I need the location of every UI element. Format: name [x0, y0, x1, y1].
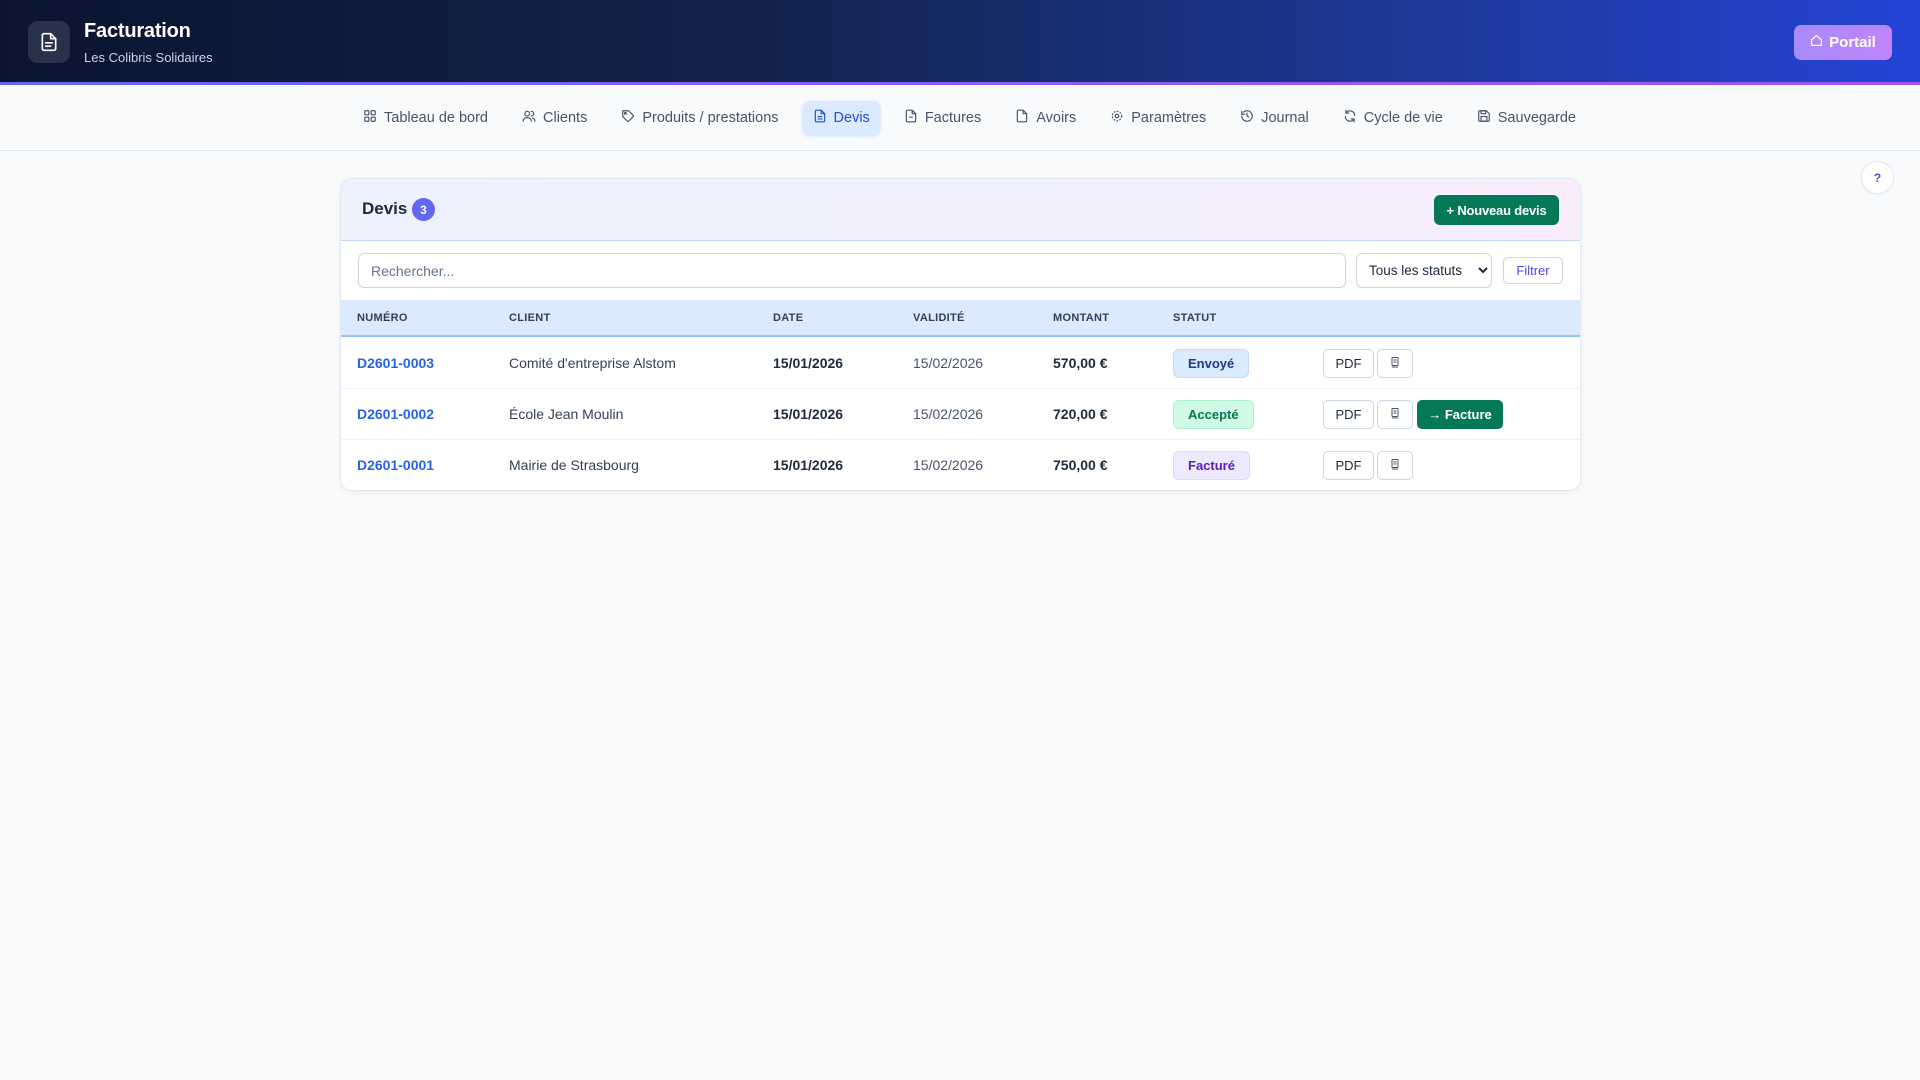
nav-item-label: Produits / prestations: [642, 110, 779, 126]
status-badge: Accepté: [1173, 400, 1254, 429]
page-title: Devis: [362, 199, 408, 218]
home-icon: [1810, 34, 1823, 51]
copy-document-icon: [1389, 407, 1401, 423]
nav-item-label: Paramètres: [1131, 110, 1207, 126]
nav-list: Tableau de bord Clients Produits / prest…: [353, 101, 1600, 135]
copy-document-icon: [1389, 356, 1401, 372]
convert-to-invoice-button[interactable]: → Facture: [1417, 400, 1503, 429]
search-input[interactable]: [358, 253, 1346, 288]
help-button[interactable]: ?: [1861, 161, 1894, 194]
users-icon: [522, 109, 536, 127]
credit-note-icon: [1015, 109, 1029, 127]
duplicate-button[interactable]: [1377, 349, 1413, 378]
app-title: Facturation: [84, 20, 191, 42]
nav-item-label: Tableau de bord: [384, 110, 488, 126]
quote-date: 15/01/2026: [773, 355, 844, 371]
table-row: D2601-0002 École Jean Moulin 15/01/2026 …: [341, 389, 1580, 440]
quote-number-link[interactable]: D2601-0003: [357, 338, 434, 389]
filter-button[interactable]: Filtrer: [1503, 257, 1563, 284]
nav-item-label: Clients: [543, 110, 588, 126]
nav-item-clients[interactable]: Clients: [512, 101, 597, 135]
column-header-number[interactable]: NUMÉRO: [357, 300, 408, 337]
table-row: D2601-0003 Comité d'entreprise Alstom 15…: [341, 338, 1580, 389]
quote-amount: 720,00 €: [1053, 406, 1108, 422]
table-row: D2601-0001 Mairie de Strasbourg 15/01/20…: [341, 440, 1580, 490]
history-icon: [1240, 109, 1254, 127]
nav-item-label: Journal: [1261, 110, 1309, 126]
save-icon: [1477, 109, 1491, 127]
duplicate-button[interactable]: [1377, 400, 1413, 429]
invoice-icon: [904, 109, 918, 127]
pdf-button[interactable]: PDF: [1323, 400, 1374, 429]
nav-item-label: Sauvegarde: [1497, 110, 1576, 126]
nav-item-produits[interactable]: Produits / prestations: [611, 101, 788, 135]
client-name: École Jean Moulin: [509, 406, 624, 422]
nav-item-tableau-de-bord[interactable]: Tableau de bord: [353, 101, 498, 135]
status-filter-select[interactable]: Tous les statuts: [1356, 253, 1492, 288]
nav-item-parametres[interactable]: Paramètres: [1100, 101, 1216, 135]
copy-document-icon: [1389, 458, 1401, 474]
document-icon: [813, 109, 827, 127]
table-header: NUMÉRO CLIENT DATE VALIDITÉ MONTANT STAT…: [341, 300, 1580, 337]
count-badge: 3: [412, 198, 435, 221]
status-badge: Facturé: [1173, 451, 1250, 480]
column-header-validity[interactable]: VALIDITÉ: [913, 300, 965, 337]
document-icon: [28, 21, 70, 63]
column-header-status[interactable]: STATUT: [1173, 300, 1217, 337]
nav-item-avoirs[interactable]: Avoirs: [1005, 101, 1086, 135]
organization-name: Les Colibris Solidaires: [84, 50, 213, 65]
validity-date: 15/02/2026: [913, 406, 984, 422]
refresh-icon: [1343, 109, 1357, 127]
portal-button-label: Portail: [1829, 34, 1876, 51]
nav-item-label: Factures: [924, 110, 982, 126]
portal-button[interactable]: Portail: [1794, 25, 1892, 60]
duplicate-button[interactable]: [1377, 451, 1413, 480]
pdf-button[interactable]: PDF: [1323, 349, 1374, 378]
nav-item-factures[interactable]: Factures: [894, 101, 991, 135]
client-name: Mairie de Strasbourg: [509, 457, 639, 473]
quote-date: 15/01/2026: [773, 406, 844, 422]
validity-date: 15/02/2026: [913, 355, 984, 371]
quote-amount: 570,00 €: [1053, 355, 1108, 371]
quote-date: 15/01/2026: [773, 457, 844, 473]
dashboard-grid-icon: [363, 109, 377, 127]
quotes-card: Devis 3 + Nouveau devis Tous les statuts…: [340, 178, 1581, 491]
client-name: Comité d'entreprise Alstom: [509, 355, 676, 371]
nav-item-label: Devis: [833, 110, 870, 126]
status-badge: Envoyé: [1173, 349, 1250, 378]
column-header-client[interactable]: CLIENT: [509, 300, 551, 337]
nav-item-label: Cycle de vie: [1363, 110, 1443, 126]
nav-item-journal[interactable]: Journal: [1230, 101, 1319, 135]
main-nav: Tableau de bord Clients Produits / prest…: [0, 85, 1920, 151]
tag-icon: [621, 109, 635, 127]
nav-item-label: Avoirs: [1036, 110, 1077, 126]
column-header-amount[interactable]: MONTANT: [1053, 300, 1109, 337]
new-quote-button[interactable]: + Nouveau devis: [1434, 195, 1559, 225]
nav-item-cycle-de-vie[interactable]: Cycle de vie: [1333, 101, 1453, 135]
column-header-date[interactable]: DATE: [773, 300, 803, 337]
card-header: Devis 3 + Nouveau devis: [341, 179, 1580, 241]
gear-icon: [1110, 109, 1124, 127]
quote-number-link[interactable]: D2601-0002: [357, 389, 434, 440]
nav-item-devis[interactable]: Devis: [802, 101, 880, 135]
quote-number-link[interactable]: D2601-0001: [357, 440, 434, 490]
pdf-button[interactable]: PDF: [1323, 451, 1374, 480]
validity-date: 15/02/2026: [913, 457, 984, 473]
quote-amount: 750,00 €: [1053, 457, 1108, 473]
nav-item-sauvegarde[interactable]: Sauvegarde: [1467, 101, 1586, 135]
app-header: Facturation Les Colibris Solidaires Port…: [0, 0, 1920, 82]
